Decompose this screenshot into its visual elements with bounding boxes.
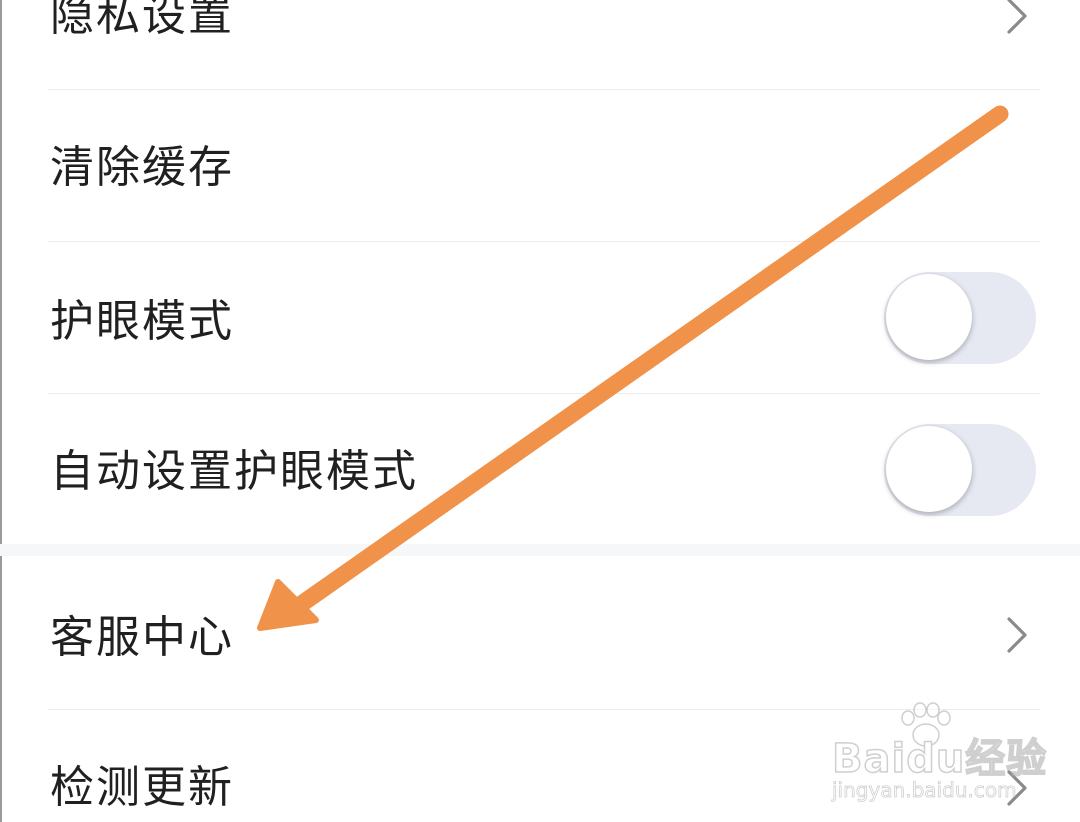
- settings-item-eye-protection: 护眼模式: [0, 242, 1080, 393]
- settings-item-customer-service[interactable]: 客服中心: [0, 556, 1080, 709]
- eye-protection-toggle[interactable]: [884, 272, 1036, 364]
- settings-item-label: 自动设置护眼模式: [50, 446, 418, 497]
- settings-item-label: 检测更新: [50, 762, 234, 813]
- settings-item-label: 隐私设置: [50, 0, 234, 41]
- settings-item-label: 清除缓存: [50, 142, 234, 193]
- settings-item-label: 客服中心: [50, 612, 234, 663]
- chevron-right-icon: [1007, 0, 1027, 34]
- baidu-watermark: Baidu经验 jingyan.baidu.com: [826, 702, 1056, 812]
- chevron-right-icon: [1007, 617, 1027, 653]
- settings-item-privacy[interactable]: 隐私设置: [0, 0, 1080, 90]
- auto-eye-protection-toggle[interactable]: [884, 424, 1036, 516]
- settings-item-auto-eye-protection: 自动设置护眼模式: [0, 394, 1080, 544]
- settings-item-label: 护眼模式: [50, 296, 234, 347]
- section-separator: [0, 544, 1080, 556]
- watermark-logo-text: Baidu经验: [831, 735, 1048, 783]
- toggle-knob: [886, 274, 972, 360]
- settings-item-clear-cache[interactable]: 清除缓存: [0, 90, 1080, 241]
- watermark-url: jingyan.baidu.com: [832, 778, 1017, 803]
- toggle-knob: [886, 426, 972, 512]
